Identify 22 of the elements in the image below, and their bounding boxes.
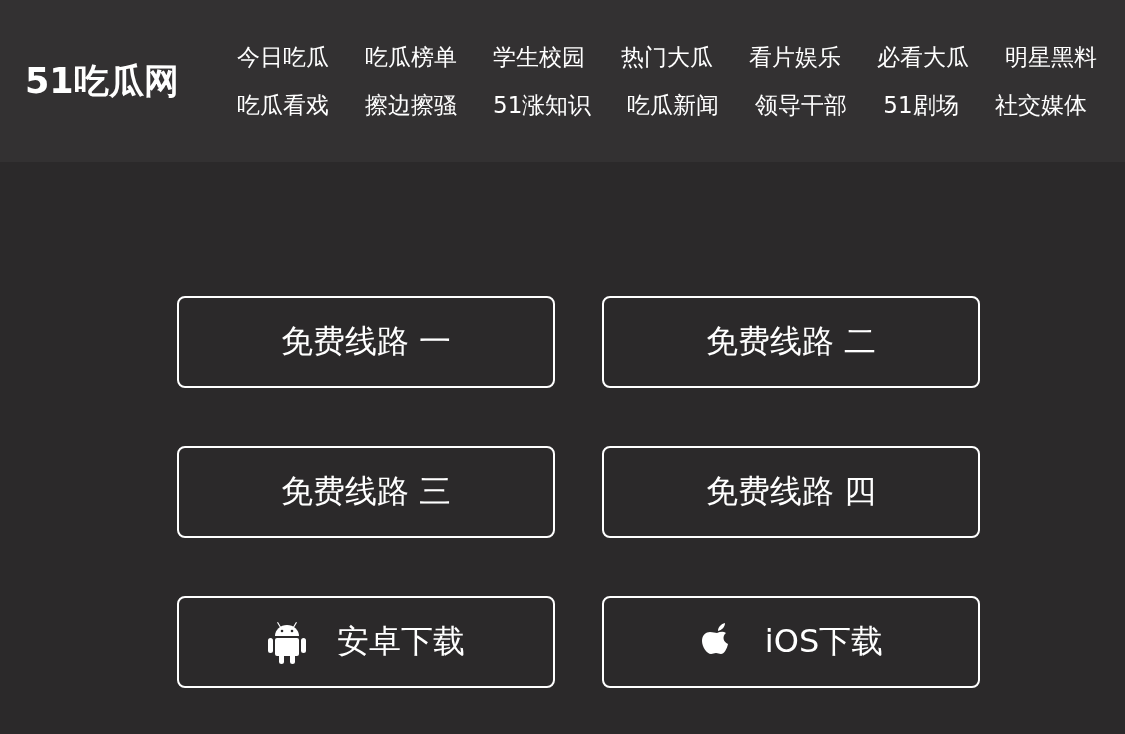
nav-link[interactable]: 必看大瓜 <box>877 40 969 74</box>
nav-link[interactable]: 擦边擦骚 <box>365 88 457 122</box>
nav-link[interactable]: 看片娱乐 <box>749 40 841 74</box>
site-logo[interactable]: 51吃瓜网 <box>25 57 237 105</box>
nav-link[interactable]: 领导干部 <box>755 88 848 122</box>
nav-link[interactable]: 51涨知识 <box>493 88 592 122</box>
nav-link[interactable]: 今日吃瓜 <box>237 40 329 74</box>
route-button[interactable]: 免费线路 三 <box>177 446 555 538</box>
download-button[interactable]: iOS下载 <box>602 596 980 688</box>
route-button[interactable]: 免费线路 一 <box>177 296 555 388</box>
nav-link[interactable]: 吃瓜新闻 <box>627 88 720 122</box>
nav-link[interactable]: 吃瓜榜单 <box>365 40 457 74</box>
route-button[interactable]: 免费线路 四 <box>602 446 980 538</box>
nav-link[interactable]: 51剧场 <box>883 88 959 122</box>
route-button[interactable]: 免费线路 二 <box>602 296 980 388</box>
nav-link[interactable]: 热门大瓜 <box>621 40 713 74</box>
nav-link[interactable]: 社交媒体 <box>994 88 1087 122</box>
android-icon <box>267 620 307 664</box>
nav-link[interactable]: 学生校园 <box>493 40 585 74</box>
nav-link[interactable]: 明星黑料 <box>1005 40 1097 74</box>
download-button[interactable]: 安卓下载 <box>177 596 555 688</box>
nav-link[interactable]: 吃瓜看戏 <box>237 88 329 122</box>
